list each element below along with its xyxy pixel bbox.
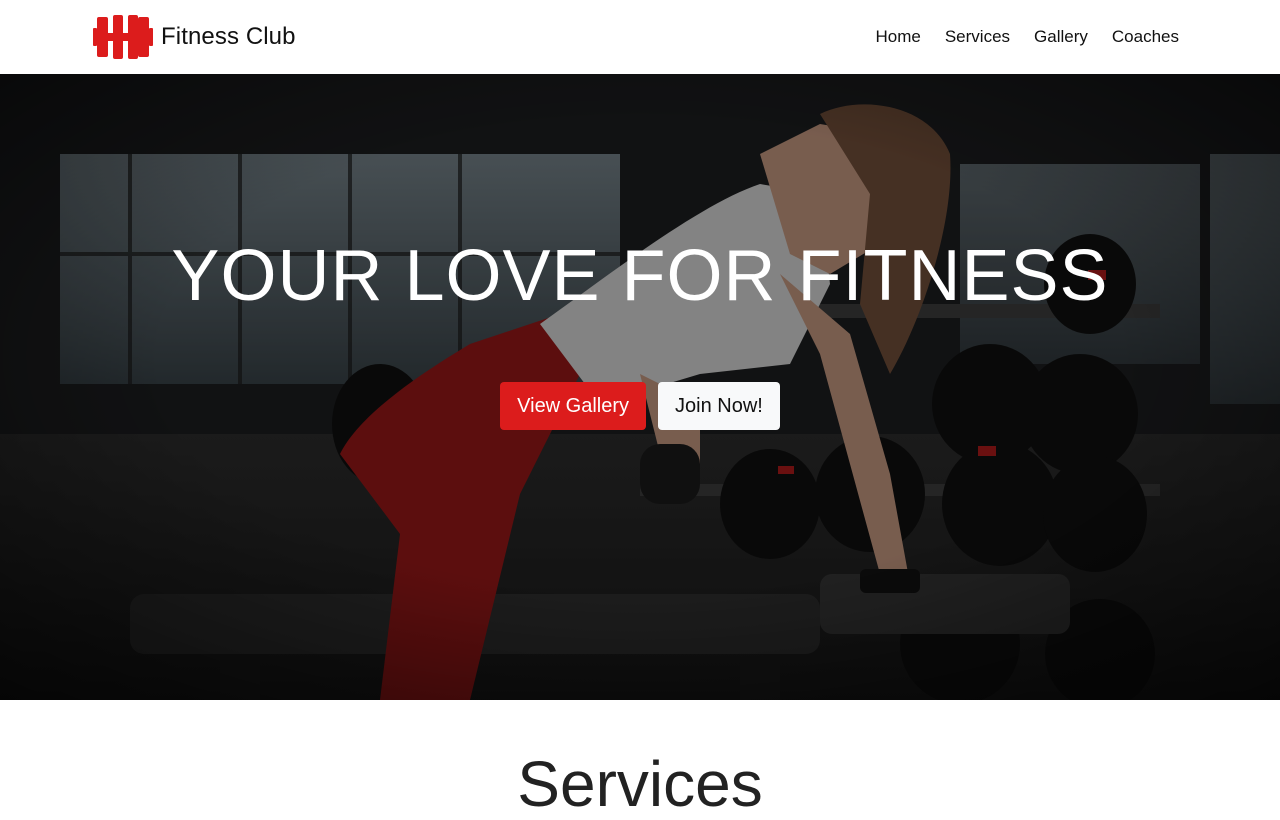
nav-item-gallery: Gallery xyxy=(1034,27,1088,47)
hero-title: YOUR LOVE FOR FITNESS xyxy=(171,236,1109,316)
nav-link-services[interactable]: Services xyxy=(945,27,1010,46)
nav-item-services: Services xyxy=(945,27,1010,47)
dumbbell-icon xyxy=(93,15,153,59)
brand-name: Fitness Club xyxy=(161,23,296,50)
nav-menu: Home Services Gallery Coaches xyxy=(851,27,1179,47)
nav-link-coaches[interactable]: Coaches xyxy=(1112,27,1179,46)
hero-section: YOUR LOVE FOR FITNESS View Gallery Join … xyxy=(0,74,1280,700)
join-now-button[interactable]: Join Now! xyxy=(658,382,780,430)
nav-link-gallery[interactable]: Gallery xyxy=(1034,27,1088,46)
nav-item-coaches: Coaches xyxy=(1112,27,1179,47)
hero-actions: View Gallery Join Now! xyxy=(0,382,1280,430)
nav-item-home: Home xyxy=(875,27,920,47)
services-heading: Services xyxy=(517,748,763,820)
nav-link-home[interactable]: Home xyxy=(875,27,920,46)
brand-link[interactable]: Fitness Club xyxy=(93,15,296,59)
navbar: Fitness Club Home Services Gallery Coach… xyxy=(0,0,1280,74)
view-gallery-button[interactable]: View Gallery xyxy=(500,382,647,430)
